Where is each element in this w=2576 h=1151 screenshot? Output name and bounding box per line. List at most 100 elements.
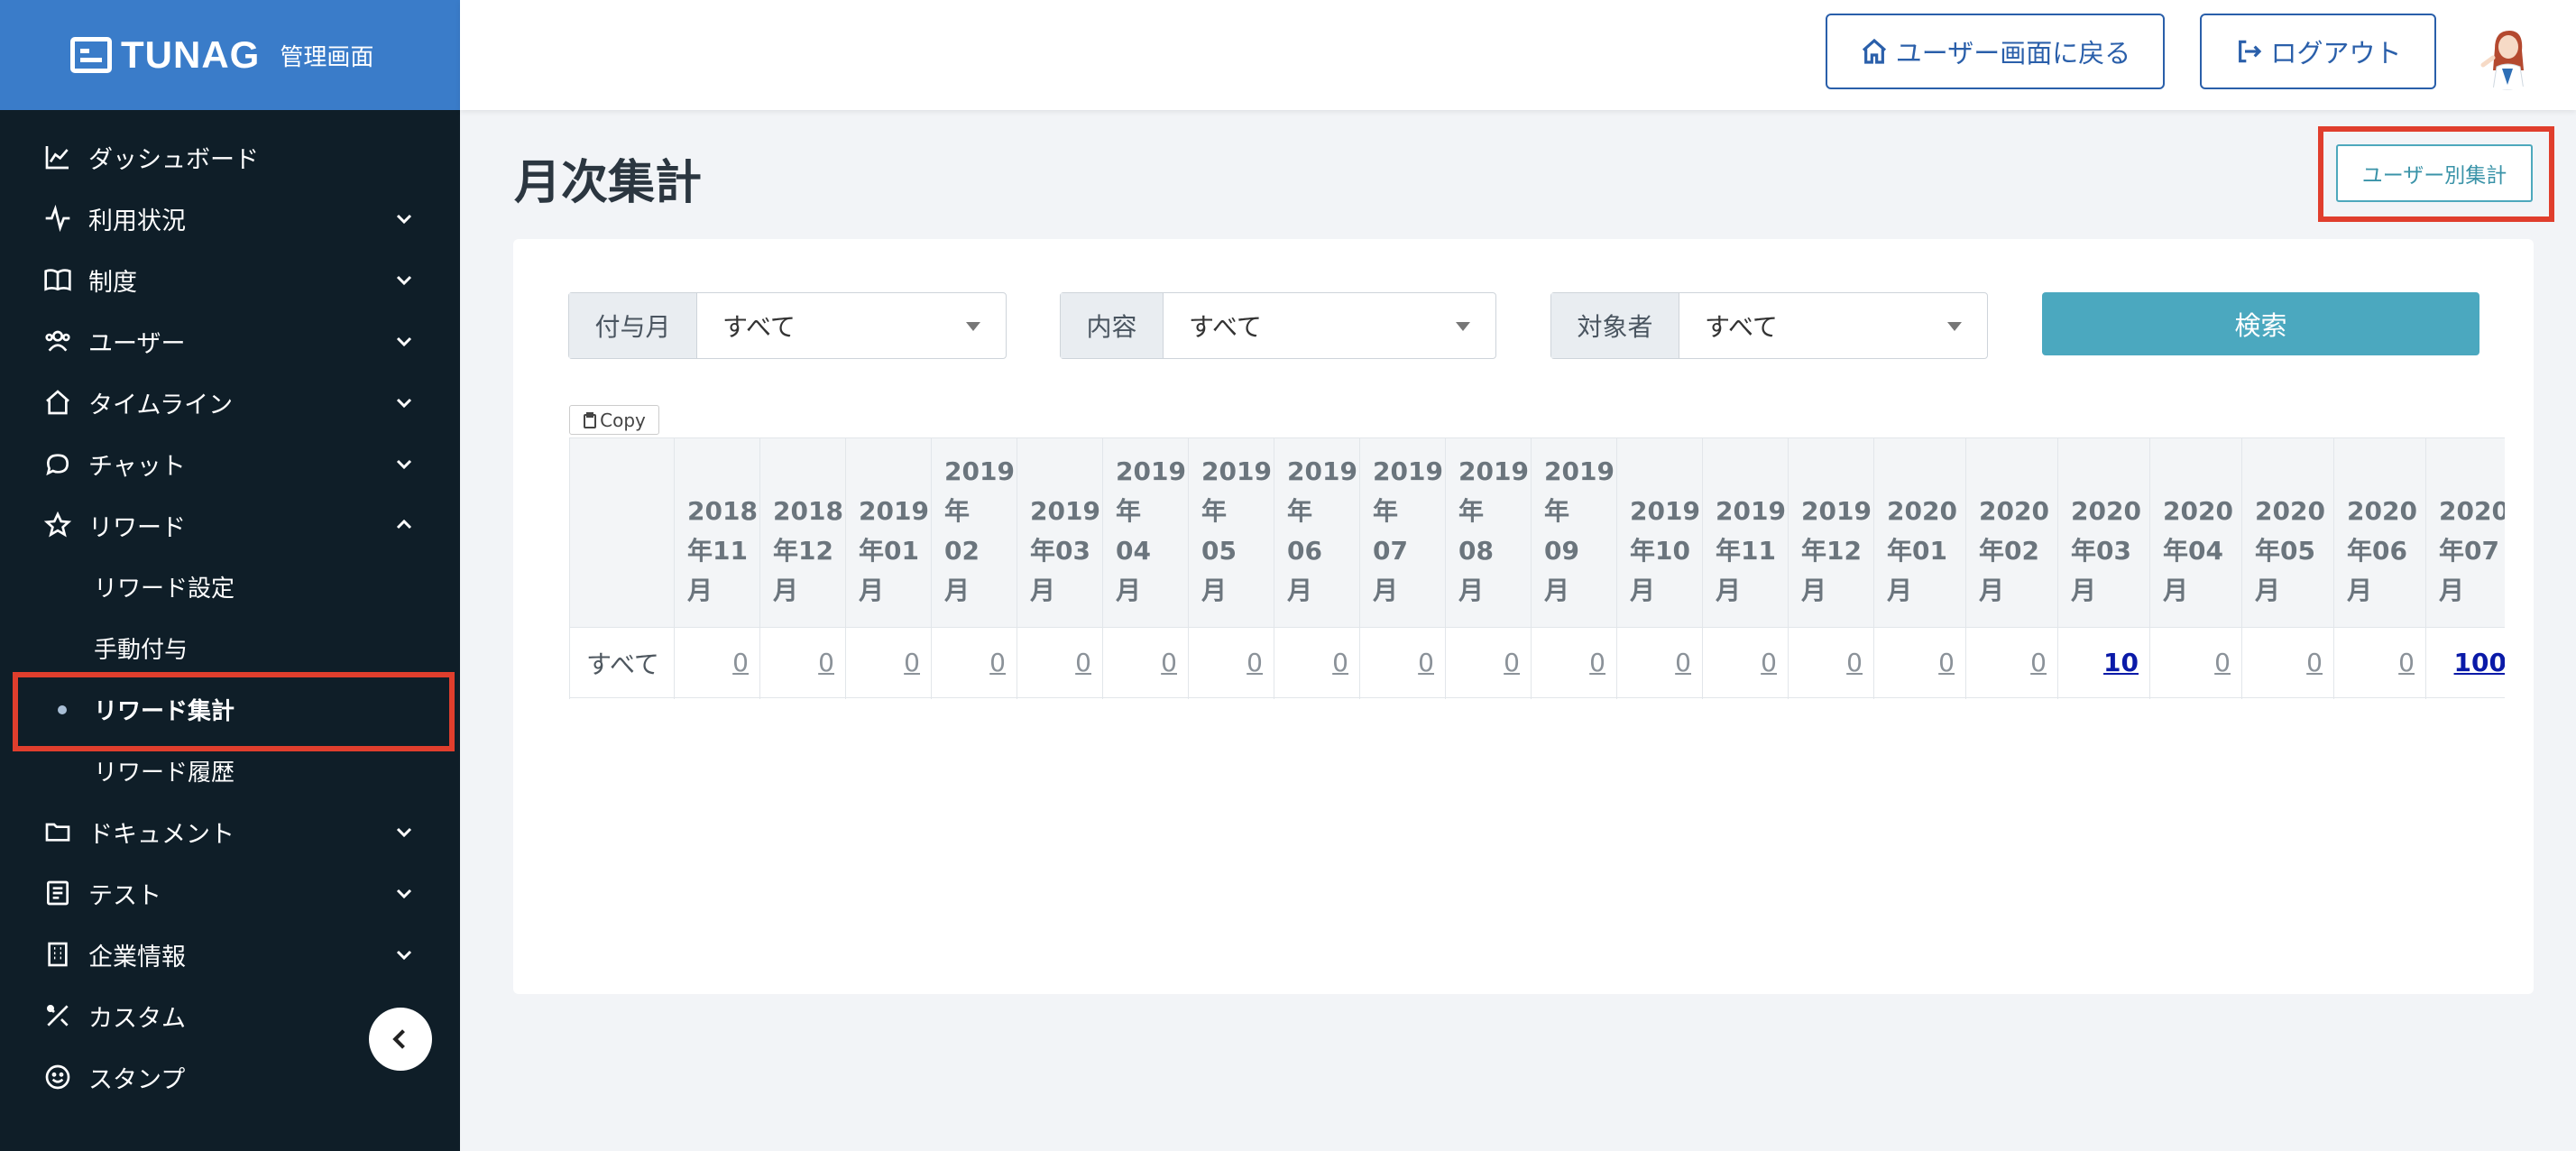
- cell-value-link[interactable]: 0: [989, 648, 1006, 677]
- copy-label: Copy: [600, 409, 646, 431]
- cell-value-link[interactable]: 0: [2306, 648, 2323, 677]
- table-cell: 0: [1445, 697, 1532, 699]
- sidebar-item[interactable]: チャット: [0, 433, 460, 494]
- cell-value-link[interactable]: 0: [818, 648, 834, 677]
- sidebar-item-label: タイムライン: [88, 391, 234, 419]
- sidebar-item-label: リワード: [88, 513, 186, 542]
- month-column-header[interactable]: 2020 年05 月: [2241, 437, 2334, 628]
- month-column-header[interactable]: 2020 年04 月: [2149, 437, 2242, 628]
- table-cell: 0: [759, 697, 846, 699]
- month-column-header[interactable]: 2019 年 07 月: [1359, 437, 1446, 628]
- table-cell: 0: [2149, 697, 2242, 699]
- table-cell: 0: [931, 627, 1017, 698]
- brand-logo: TUNAG: [121, 33, 261, 76]
- month-column-header[interactable]: 2019 年 09 月: [1531, 437, 1617, 628]
- chevron-down-icon: [393, 330, 415, 352]
- month-column-header[interactable]: 2019 年11 月: [1702, 437, 1789, 628]
- month-filter[interactable]: 付与月 すべて: [568, 292, 1007, 359]
- table-cell: 0: [845, 627, 932, 698]
- cell-value-link[interactable]: 0: [1332, 648, 1348, 677]
- month-column-header[interactable]: 2020 年03 月: [2057, 437, 2150, 628]
- sidebar-item[interactable]: テスト: [0, 862, 460, 924]
- content-select[interactable]: すべて: [1164, 293, 1495, 358]
- logout-button[interactable]: ログアウト: [2200, 14, 2436, 89]
- cell-value-link[interactable]: 100: [2454, 648, 2505, 677]
- month-column-header[interactable]: 2019 年12 月: [1788, 437, 1874, 628]
- content-filter[interactable]: 内容 すべて: [1060, 292, 1496, 359]
- month-column-header[interactable]: 2018 年12 月: [759, 437, 846, 628]
- table-cell: 0: [674, 627, 760, 698]
- month-column-header[interactable]: 2019 年 05 月: [1188, 437, 1274, 628]
- cell-value-link[interactable]: 0: [904, 648, 920, 677]
- brand-header[interactable]: TUNAG 管理画面: [0, 0, 460, 110]
- month-column-header[interactable]: 2019 年01 月: [845, 437, 932, 628]
- table-cell: 0: [845, 697, 932, 699]
- search-button[interactable]: 検索: [2042, 292, 2479, 355]
- cell-value-link[interactable]: 0: [1418, 648, 1434, 677]
- sidebar-item[interactable]: 企業情報: [0, 924, 460, 985]
- table-cell: 0: [2333, 697, 2426, 699]
- sidebar-item[interactable]: ダッシュボード: [0, 126, 460, 188]
- cell-value-link[interactable]: 0: [1761, 648, 1777, 677]
- table-cell: 0: [1274, 627, 1360, 698]
- month-column-header[interactable]: 2020 年07 月: [2425, 437, 2505, 628]
- checklist-icon: [41, 877, 74, 909]
- table-cell: 0: [1359, 627, 1446, 698]
- target-filter-label: 対象者: [1551, 293, 1679, 358]
- month-column-header[interactable]: 2019 年03 月: [1017, 437, 1103, 628]
- cell-value-link[interactable]: 0: [1938, 648, 1955, 677]
- target-select[interactable]: すべて: [1679, 293, 1987, 358]
- month-column-header[interactable]: 2020 年06 月: [2333, 437, 2426, 628]
- sidebar-item-label: カスタム: [88, 1004, 186, 1033]
- star-icon: [41, 509, 74, 541]
- cell-value-link[interactable]: 0: [1504, 648, 1520, 677]
- month-column-header[interactable]: 2019 年 02 月: [931, 437, 1017, 628]
- copy-button[interactable]: Copy: [569, 405, 659, 435]
- cell-value-link[interactable]: 10: [2103, 648, 2139, 677]
- table-cell: 0: [1788, 697, 1874, 699]
- cell-value-link[interactable]: 0: [1247, 648, 1263, 677]
- sidebar-item[interactable]: 利用状況: [0, 188, 460, 249]
- sidebar-item[interactable]: リワード: [0, 494, 460, 556]
- collapse-sidebar-button[interactable]: [369, 1008, 432, 1071]
- cell-value-link[interactable]: 0: [1675, 648, 1691, 677]
- sidebar-item[interactable]: 制度: [0, 249, 460, 310]
- sidebar-subitem[interactable]: リワード設定: [0, 556, 460, 617]
- month-column-header[interactable]: 2018 年11 月: [674, 437, 760, 628]
- month-column-header[interactable]: 2019 年 08 月: [1445, 437, 1532, 628]
- cell-value-link[interactable]: 0: [1846, 648, 1863, 677]
- sidebar-item[interactable]: ユーザー: [0, 310, 460, 372]
- month-column-header[interactable]: 2020 年02 月: [1965, 437, 2058, 628]
- cell-value-link[interactable]: 0: [1161, 648, 1177, 677]
- cell-value-link[interactable]: 0: [1589, 648, 1605, 677]
- cell-value-link[interactable]: 0: [1075, 648, 1091, 677]
- avatar[interactable]: [2471, 18, 2544, 90]
- chevron-down-icon: [393, 821, 415, 843]
- sidebar-item[interactable]: タイムライン: [0, 372, 460, 433]
- table-cell: 0: [759, 627, 846, 698]
- table-row: 付与000000000000000010000100: [569, 697, 2505, 699]
- table-cell: 0: [1873, 627, 1966, 698]
- cell-value-link[interactable]: 0: [2398, 648, 2415, 677]
- cell-value-link[interactable]: 0: [2214, 648, 2231, 677]
- monthly-table-container[interactable]: 2018 年11 月 2018 年12 月 2019 年01 月 2019 年 02 …: [569, 437, 2505, 699]
- sidebar-subitem[interactable]: 手動付与: [0, 617, 460, 678]
- user-aggregate-button[interactable]: ユーザー別集計: [2336, 144, 2533, 202]
- sidebar-item-label: 制度: [88, 268, 137, 297]
- table-cell: 0: [1616, 627, 1703, 698]
- target-filter[interactable]: 対象者 すべて: [1550, 292, 1988, 359]
- back-to-user-screen-button[interactable]: ユーザー画面に戻る: [1826, 14, 2165, 89]
- sidebar-item[interactable]: ドキュメント: [0, 801, 460, 862]
- cell-value-link[interactable]: 0: [732, 648, 749, 677]
- chevron-down-icon: [393, 882, 415, 904]
- table-cell: 0: [2149, 627, 2242, 698]
- cell-value-link[interactable]: 0: [2030, 648, 2047, 677]
- month-column-header[interactable]: 2020 年01 月: [1873, 437, 1966, 628]
- month-column-header[interactable]: 2019 年10 月: [1616, 437, 1703, 628]
- table-cell: 0: [1702, 697, 1789, 699]
- month-column-header[interactable]: 2019 年 04 月: [1102, 437, 1189, 628]
- sidebar-item-label: 利用状況: [88, 207, 186, 235]
- month-column-header[interactable]: 2019 年 06 月: [1274, 437, 1360, 628]
- table-cell: 10: [2057, 627, 2150, 698]
- month-select[interactable]: すべて: [697, 293, 1006, 358]
